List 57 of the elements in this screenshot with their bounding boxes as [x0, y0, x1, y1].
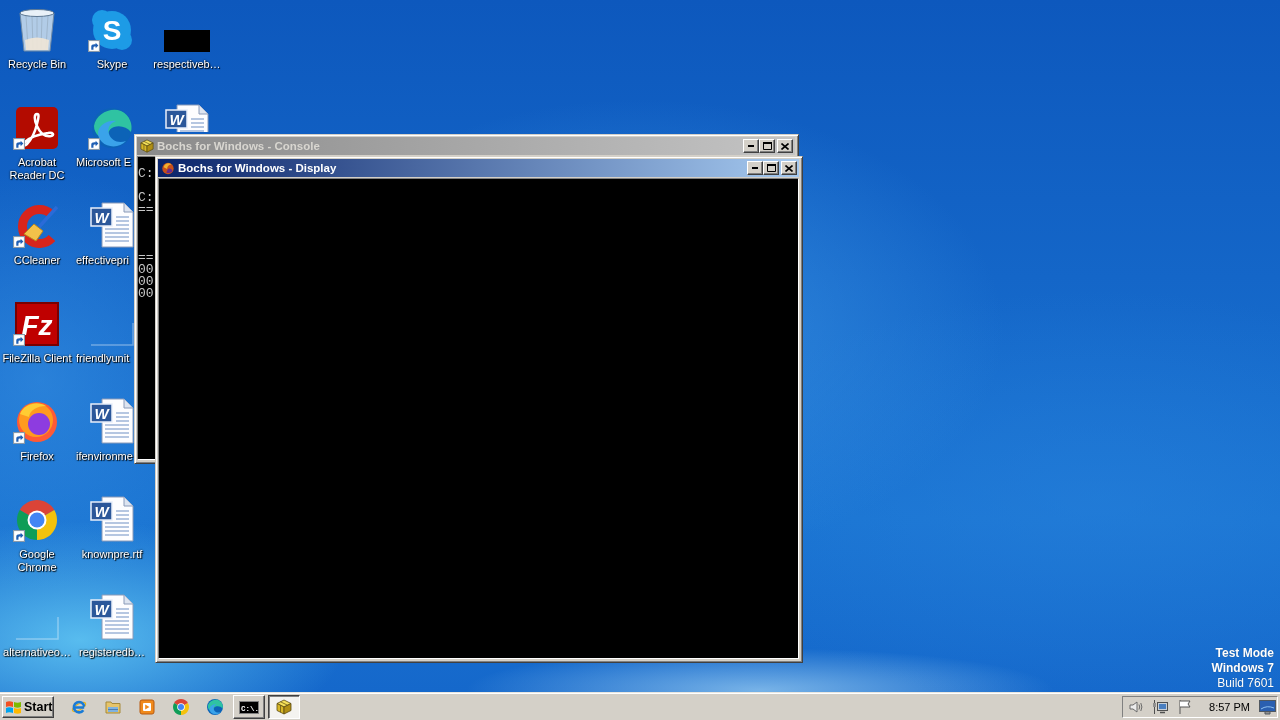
- taskbar-button[interactable]: [268, 695, 300, 719]
- flag-icon[interactable]: [1177, 699, 1194, 715]
- os-mode-label: Test Mode: [1215, 646, 1274, 661]
- maximize-button[interactable]: [759, 139, 775, 153]
- console-output: C: C: == == 00 00 00: [138, 168, 154, 300]
- network-icon[interactable]: [1152, 699, 1169, 715]
- image-thumbnail-icon[interactable]: [164, 30, 210, 52]
- acrobat-icon[interactable]: [15, 106, 59, 150]
- start-flag-icon: [5, 699, 22, 715]
- speaker-icon[interactable]: [1128, 699, 1145, 715]
- minimize-icon: [748, 145, 754, 147]
- blank-thumbnail-icon[interactable]: [15, 616, 59, 640]
- os-build-label: Build 7601: [1217, 676, 1274, 691]
- folder-icon[interactable]: [105, 699, 121, 715]
- edge-icon[interactable]: [90, 106, 134, 150]
- icon-label[interactable]: effectivepri: [76, 254, 129, 267]
- cube-icon: [140, 139, 154, 153]
- window-title: Bochs for Windows - Console: [157, 140, 320, 152]
- close-button[interactable]: [781, 161, 797, 175]
- os-edition-label: Windows 7: [1211, 661, 1274, 676]
- icon-label[interactable]: CCleaner: [13, 254, 61, 267]
- play-icon[interactable]: [139, 699, 155, 715]
- icon-label[interactable]: Acrobat Reader DC: [0, 156, 74, 182]
- close-icon: [781, 142, 789, 150]
- chrome-icon[interactable]: [173, 699, 189, 715]
- close-icon: [785, 164, 793, 172]
- monitor-icon[interactable]: [1259, 699, 1276, 715]
- internet-explorer-icon[interactable]: [71, 699, 87, 715]
- icon-label[interactable]: Google Chrome: [0, 548, 74, 574]
- icon-label[interactable]: Recycle Bin: [7, 58, 67, 71]
- clock[interactable]: 8:57 PM: [1209, 701, 1250, 713]
- minimize-button[interactable]: [743, 139, 759, 153]
- icon-label[interactable]: Firefox: [20, 450, 54, 463]
- maximize-button[interactable]: [763, 161, 779, 175]
- ccleaner-icon[interactable]: [15, 204, 59, 248]
- recycle-bin-icon[interactable]: [17, 8, 57, 52]
- icon-label[interactable]: Skype: [96, 58, 128, 71]
- icon-label[interactable]: friendlyunit: [76, 352, 130, 365]
- maximize-icon: [766, 164, 776, 172]
- icon-label[interactable]: knownpre.rtf: [81, 548, 143, 561]
- icon-label[interactable]: respectiveb…: [153, 58, 221, 71]
- minimize-icon: [752, 167, 758, 169]
- chrome-icon[interactable]: [15, 498, 59, 542]
- icon-label[interactable]: Microsoft E: [76, 156, 131, 169]
- icon-label[interactable]: ifenvironme: [76, 450, 133, 463]
- minimize-button[interactable]: [747, 161, 763, 175]
- firefox-icon[interactable]: [15, 400, 59, 444]
- skype-icon[interactable]: S: [90, 8, 134, 52]
- cube-icon: [276, 699, 292, 715]
- edge-icon[interactable]: [207, 699, 223, 715]
- icon-label[interactable]: FileZilla Client: [2, 352, 72, 365]
- maximize-icon: [762, 142, 772, 150]
- window-title: Bochs for Windows - Display: [178, 162, 337, 174]
- close-button[interactable]: [777, 139, 793, 153]
- app-logo-icon: [161, 161, 175, 175]
- start-button[interactable]: Start: [2, 696, 54, 718]
- filezilla-icon[interactable]: Fz: [15, 302, 59, 346]
